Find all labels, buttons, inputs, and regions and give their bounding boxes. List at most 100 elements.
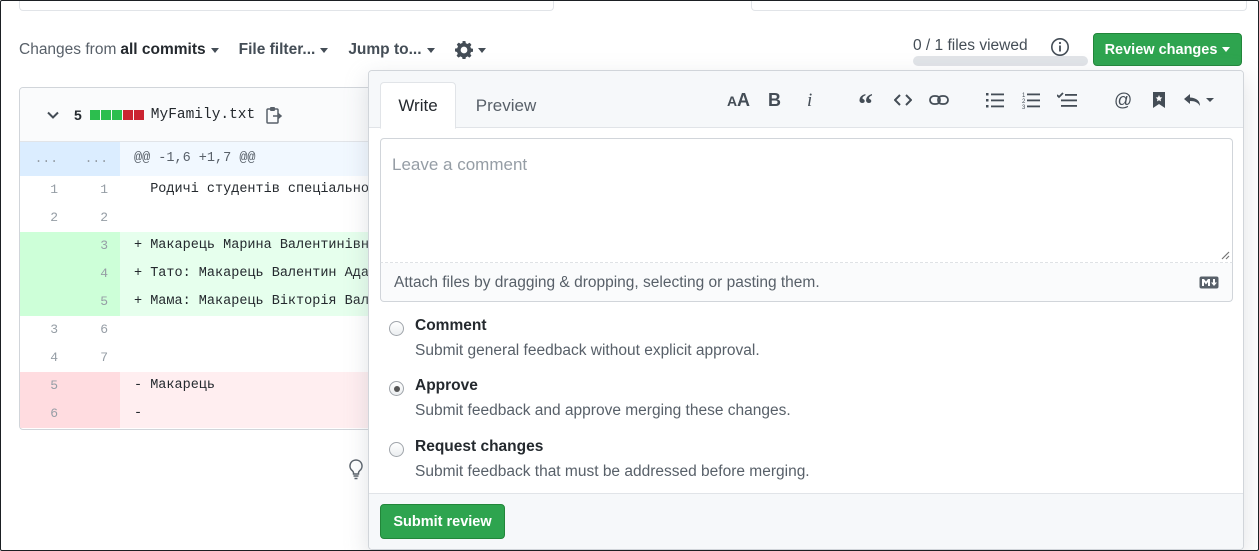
italic-icon[interactable]: i xyxy=(793,88,829,112)
svg-text:3: 3 xyxy=(1022,105,1026,109)
diff-line-code: Родичі студентів спеціально xyxy=(134,182,369,197)
changes-from-dropdown[interactable]: Changes from all commits xyxy=(19,41,219,59)
markdown-icon[interactable] xyxy=(1199,276,1219,289)
link-icon[interactable] xyxy=(921,88,957,112)
new-line-number[interactable]: 3 xyxy=(70,232,108,260)
diff-line-add: 4 + Тато: Макарець Валентин Ада xyxy=(20,260,378,288)
new-line-number[interactable]: 6 xyxy=(70,316,108,344)
old-line-number[interactable]: 6 xyxy=(20,400,58,428)
svg-text:B: B xyxy=(768,91,781,109)
submit-review-button[interactable]: Submit review xyxy=(380,504,505,539)
mention-icon[interactable]: @ xyxy=(1105,88,1141,112)
diff-line-code: + Макарець Марина Валентинівн xyxy=(134,238,369,253)
bold-icon[interactable]: B xyxy=(757,88,793,112)
jump-to-label: Jump to... xyxy=(348,41,422,58)
request-changes-radio[interactable] xyxy=(389,442,404,457)
info-icon[interactable] xyxy=(1050,37,1070,62)
new-line-number[interactable]: 2 xyxy=(70,204,108,232)
svg-text:@: @ xyxy=(1114,91,1132,109)
approve-radio[interactable] xyxy=(389,381,404,396)
top-tab-right xyxy=(751,1,1247,11)
changes-from-label: Changes from xyxy=(19,41,117,58)
ordered-list-icon[interactable]: 123 xyxy=(1013,88,1049,112)
diff-line-code: + Мама: Макарець Вікторія Вал xyxy=(134,294,369,309)
diff-line-ctx: 11 Родичі студентів спеціально xyxy=(20,176,378,204)
changed-lines-count: 5 xyxy=(74,106,82,123)
file-filter-label: File filter... xyxy=(238,41,316,58)
chevron-down-icon xyxy=(320,47,329,53)
comment-editor-header: Write Preview AA B i “ 123 @ xyxy=(369,71,1243,129)
diffstat-block xyxy=(122,109,133,120)
comment-placeholder: Leave a comment xyxy=(392,155,528,174)
old-line-number[interactable]: 3 xyxy=(20,316,58,344)
diff-line-hunk: ...... @@ -1,6 +1,7 @@ xyxy=(20,142,378,176)
old-line-number[interactable] xyxy=(20,232,58,260)
old-line-number[interactable] xyxy=(20,260,58,288)
jump-to-dropdown[interactable]: Jump to... xyxy=(348,41,435,59)
comment-textarea[interactable]: Leave a comment xyxy=(380,138,1233,263)
chevron-down-icon xyxy=(210,47,219,53)
new-line-number[interactable] xyxy=(70,400,108,428)
review-popover-footer: Submit review xyxy=(369,493,1243,549)
attach-files-text: Attach files by dragging & dropping, sel… xyxy=(394,274,820,291)
diff-line-del: 6- xyxy=(20,400,378,428)
top-tab-left xyxy=(19,1,554,11)
old-line-number[interactable]: 2 xyxy=(20,204,58,232)
request-changes-option-label: Request changes xyxy=(415,438,544,455)
old-line-number[interactable]: 4 xyxy=(20,344,58,372)
new-line-number[interactable]: ... xyxy=(70,142,108,176)
new-line-number[interactable] xyxy=(70,372,108,400)
svg-text:i: i xyxy=(807,91,812,109)
diffstat-bar xyxy=(89,109,145,120)
review-changes-button[interactable]: Review changes xyxy=(1093,33,1242,66)
diff-line-code: - xyxy=(134,406,143,421)
new-line-number[interactable]: 1 xyxy=(70,176,108,204)
text-size-icon[interactable]: AA xyxy=(721,88,757,112)
file-header: 5 MyFamily.txt xyxy=(20,88,378,142)
new-line-number[interactable]: 7 xyxy=(70,344,108,372)
diff-line-code: + Тато: Макарець Валентин Ада xyxy=(134,266,369,281)
attach-files-bar[interactable]: Attach files by dragging & dropping, sel… xyxy=(380,263,1233,302)
diff-line-code: - Макарець xyxy=(134,378,216,393)
svg-text:“: “ xyxy=(858,92,873,108)
diff-settings-button[interactable] xyxy=(454,41,486,59)
copy-path-icon[interactable] xyxy=(265,105,283,125)
task-list-icon[interactable] xyxy=(1049,88,1085,112)
comment-option-label: Comment xyxy=(415,317,487,334)
top-tabs-remnant xyxy=(1,1,1258,11)
file-filter-dropdown[interactable]: File filter... xyxy=(239,41,329,59)
code-icon[interactable] xyxy=(885,88,921,112)
old-line-number[interactable] xyxy=(20,288,58,316)
chevron-down-icon[interactable] xyxy=(46,108,60,122)
file-name[interactable]: MyFamily.txt xyxy=(151,107,255,123)
page-frame: Changes from all commits File filter... … xyxy=(0,0,1259,551)
diff-line-del: 5 - Макарець xyxy=(20,372,378,400)
diffstat-block xyxy=(111,109,122,120)
resize-grip-icon[interactable] xyxy=(1220,250,1230,260)
old-line-number[interactable]: 5 xyxy=(20,372,58,400)
files-viewed-indicator: 0 / 1 files viewed xyxy=(895,34,1088,66)
request-changes-option-desc: Submit feedback that must be addressed b… xyxy=(415,463,810,480)
quote-icon[interactable]: “ xyxy=(849,88,885,112)
new-line-number[interactable]: 4 xyxy=(70,260,108,288)
comment-option-desc: Submit general feedback without explicit… xyxy=(415,342,760,359)
tab-write[interactable]: Write xyxy=(380,82,456,129)
pr-files-toolbar: Changes from all commits File filter... … xyxy=(19,33,1242,66)
chevron-down-icon xyxy=(477,47,486,53)
review-popover: Write Preview AA B i “ 123 @ Leave xyxy=(368,70,1244,550)
saved-reply-icon[interactable] xyxy=(1141,88,1177,112)
tab-preview[interactable]: Preview xyxy=(469,82,543,129)
approve-option-label: Approve xyxy=(415,377,478,394)
markdown-toolbar: AA B i “ 123 @ xyxy=(721,88,1221,112)
file-diff: 5 MyFamily.txt ...... @@ -1,6 +1,7 @@ 1 1 Р… xyxy=(19,87,379,430)
diff-line-add: 5 + Мама: Макарець Вікторія Вал xyxy=(20,288,378,316)
diff-line-ctx: 36 xyxy=(20,316,378,344)
lightbulb-icon xyxy=(347,458,365,485)
new-line-number[interactable]: 5 xyxy=(70,288,108,316)
reply-menu-icon[interactable] xyxy=(1177,88,1221,112)
old-line-number[interactable]: ... xyxy=(20,142,58,176)
old-line-number[interactable]: 1 xyxy=(20,176,58,204)
unordered-list-icon[interactable] xyxy=(977,88,1013,112)
chevron-down-icon xyxy=(426,47,435,53)
comment-radio[interactable] xyxy=(389,321,404,336)
